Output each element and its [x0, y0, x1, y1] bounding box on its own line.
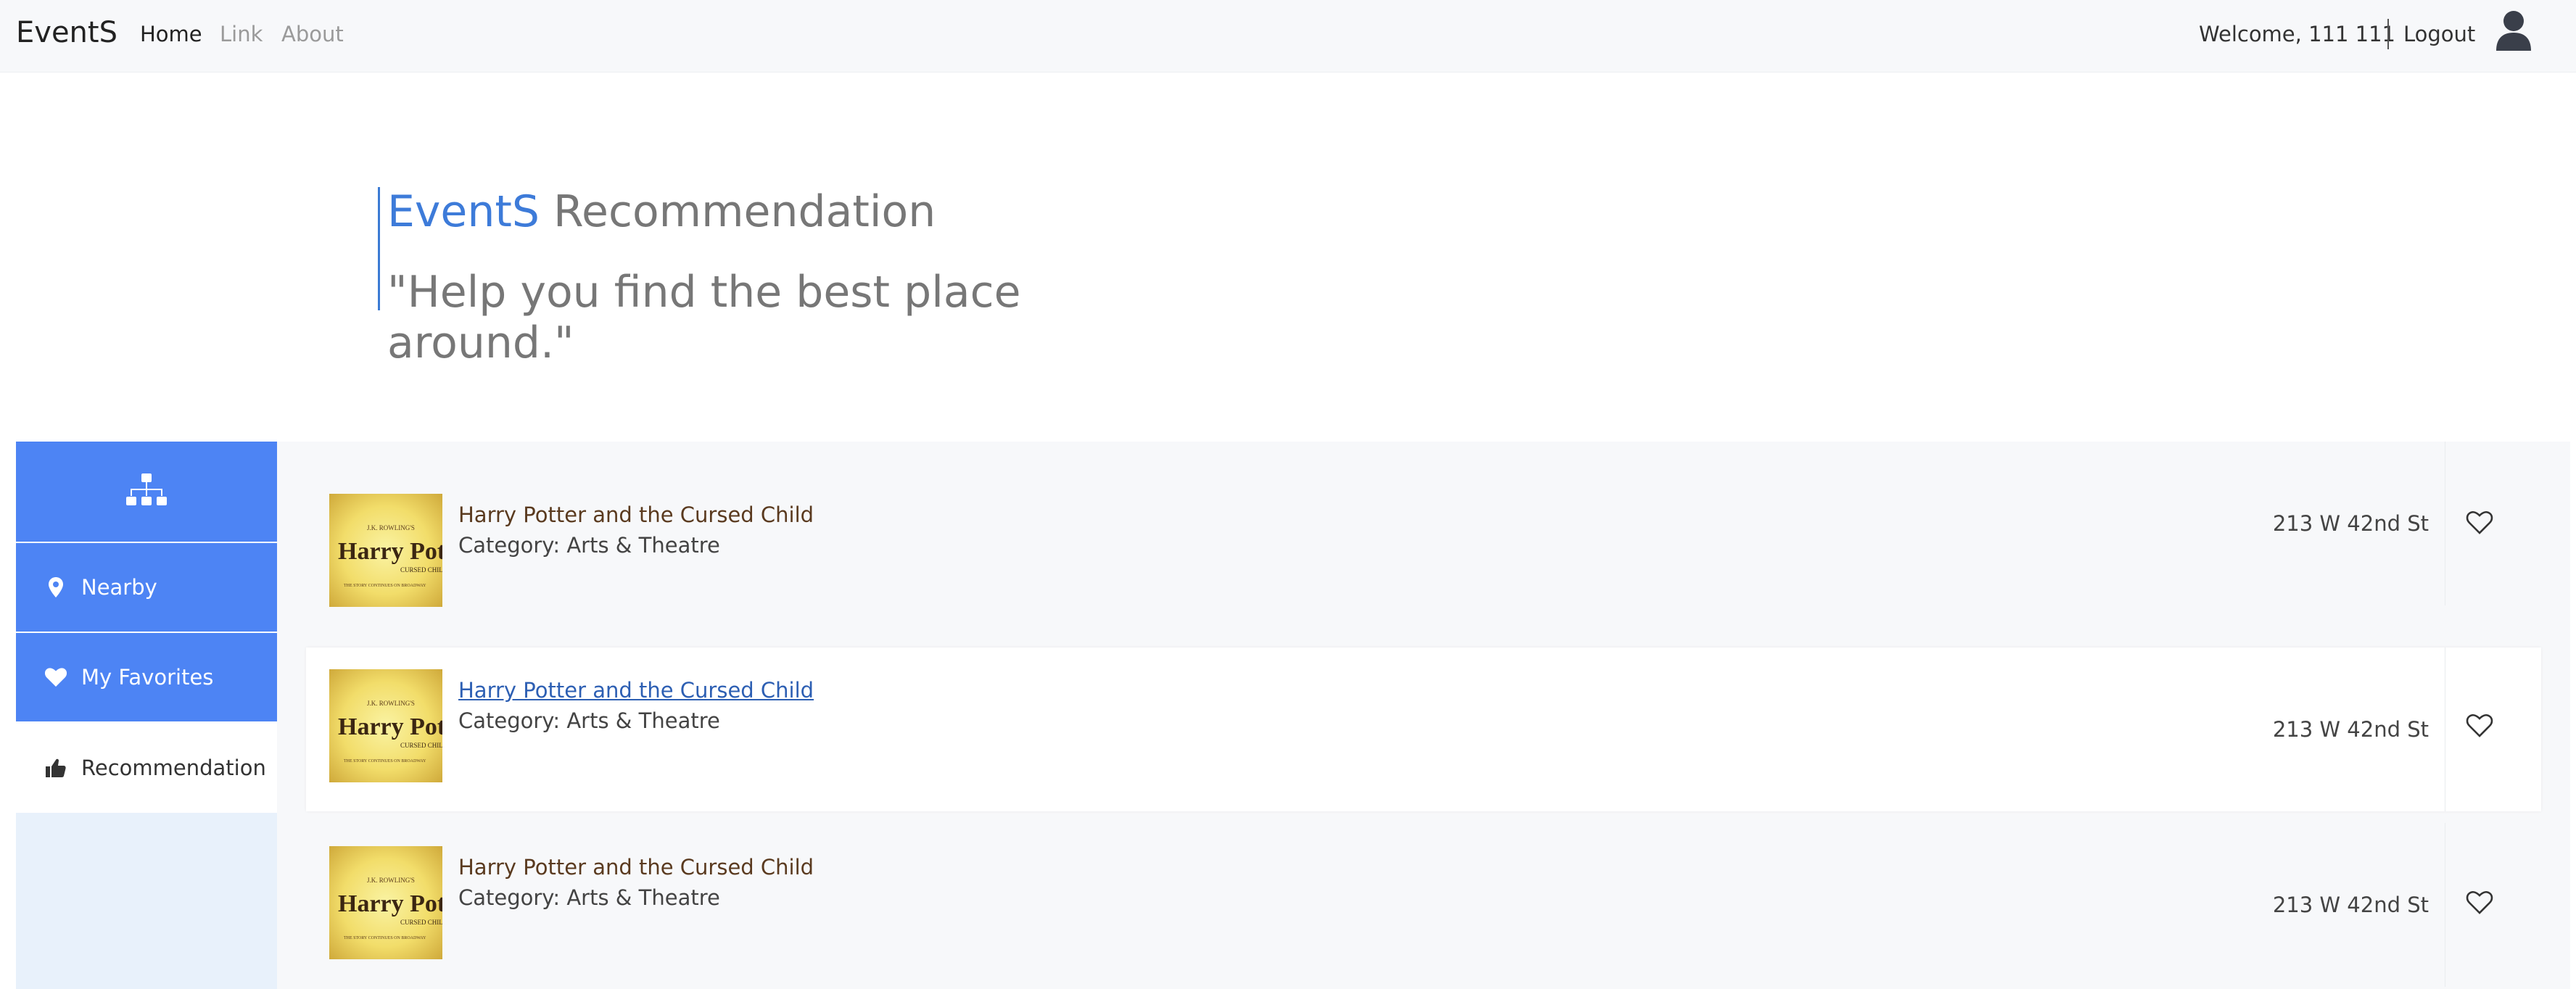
brand-logo[interactable]: EventS	[16, 16, 117, 49]
sidebar-item-label: My Favorites	[81, 665, 214, 690]
svg-text:Harry Potter: Harry Potter	[338, 713, 442, 740]
event-address: 213 W 42nd St	[2264, 823, 2445, 987]
event-address: 213 W 42nd St	[2264, 647, 2445, 811]
sidebar-item-nearby[interactable]: Nearby	[16, 543, 277, 633]
event-title-link[interactable]: Harry Potter and the Cursed Child	[458, 675, 814, 705]
page-title-rest: Recommendation	[539, 186, 936, 237]
sidebar: Nearby My Favorites Recommendation	[16, 442, 277, 989]
event-category: Category: Arts & Theatre	[458, 533, 720, 558]
favorite-heart-icon[interactable]	[2466, 510, 2493, 536]
event-thumbnail[interactable]: J.K. ROWLING'S Harry Potter CURSED CHILD…	[329, 669, 442, 782]
logout-link[interactable]: Logout	[2403, 22, 2475, 46]
svg-text:THE STORY CONTINUES ON BROADWA: THE STORY CONTINUES ON BROADWAY	[344, 936, 426, 940]
event-category: Category: Arts & Theatre	[458, 885, 720, 910]
page-slogan: "Help you find the best place around."	[387, 267, 1021, 368]
event-title[interactable]: Harry Potter and the Cursed Child	[458, 500, 814, 530]
welcome-message: Welcome, 111 111	[2199, 22, 2396, 46]
results-list: J.K. ROWLING'S Harry Potter CURSED CHILD…	[277, 442, 2570, 989]
list-item[interactable]: J.K. ROWLING'S Harry Potter CURSED CHILD…	[306, 823, 2541, 987]
list-item[interactable]: J.K. ROWLING'S Harry Potter CURSED CHILD…	[306, 647, 2541, 811]
favorite-heart-icon[interactable]	[2466, 713, 2493, 739]
list-item[interactable]: J.K. ROWLING'S Harry Potter CURSED CHILD…	[306, 442, 2541, 607]
harry-potter-poster-image: J.K. ROWLING'S Harry Potter CURSED CHILD…	[338, 877, 442, 940]
event-thumbnail[interactable]: J.K. ROWLING'S Harry Potter CURSED CHILD…	[329, 494, 442, 607]
nav-about-link[interactable]: About	[281, 22, 344, 46]
event-category: Category: Arts & Theatre	[458, 708, 720, 733]
event-info: Harry Potter and the Cursed Child Catego…	[458, 500, 814, 560]
heart-icon	[44, 665, 68, 690]
svg-text:CURSED CHILD: CURSED CHILD	[400, 742, 442, 749]
event-address: 213 W 42nd St	[2264, 442, 2445, 605]
thumbs-up-icon	[44, 756, 68, 780]
event-thumbnail[interactable]: J.K. ROWLING'S Harry Potter CURSED CHILD…	[329, 846, 442, 959]
svg-text:THE STORY CONTINUES ON BROADWA: THE STORY CONTINUES ON BROADWAY	[344, 759, 426, 764]
favorite-heart-icon[interactable]	[2466, 890, 2493, 916]
event-info: Harry Potter and the Cursed Child Catego…	[458, 675, 814, 736]
svg-text:Harry Potter: Harry Potter	[338, 538, 442, 565]
sitemap-icon	[126, 473, 167, 505]
nav-link-link[interactable]: Link	[220, 22, 263, 46]
harry-potter-poster-image: J.K. ROWLING'S Harry Potter CURSED CHILD…	[338, 524, 442, 588]
svg-text:J.K. ROWLING'S: J.K. ROWLING'S	[367, 700, 415, 707]
svg-text:CURSED CHILD: CURSED CHILD	[400, 919, 442, 926]
sidebar-header[interactable]	[16, 442, 277, 543]
event-title[interactable]: Harry Potter and the Cursed Child	[458, 852, 814, 882]
svg-text:J.K. ROWLING'S: J.K. ROWLING'S	[367, 524, 415, 531]
event-info: Harry Potter and the Cursed Child Catego…	[458, 852, 814, 913]
page-header: EventS Recommendation "Help you find the…	[378, 187, 1176, 368]
sidebar-item-recommendation[interactable]: Recommendation	[16, 723, 277, 813]
page-title-brand: EventS	[387, 186, 540, 237]
nav-divider	[2387, 19, 2389, 49]
user-avatar-icon[interactable]	[2493, 9, 2534, 52]
page-title: EventS Recommendation	[387, 187, 1176, 236]
nav-home-link[interactable]: Home	[140, 22, 202, 46]
svg-text:CURSED CHILD: CURSED CHILD	[400, 566, 442, 574]
top-navbar: EventS Home Link About Welcome, 111 111 …	[0, 0, 2576, 73]
harry-potter-poster-image: J.K. ROWLING'S Harry Potter CURSED CHILD…	[338, 700, 442, 764]
svg-text:Harry Potter: Harry Potter	[338, 890, 442, 917]
sidebar-item-label: Nearby	[81, 575, 157, 600]
svg-text:J.K. ROWLING'S: J.K. ROWLING'S	[367, 877, 415, 884]
sidebar-item-label: Recommendation	[81, 756, 266, 780]
sidebar-item-favorites[interactable]: My Favorites	[16, 633, 277, 723]
map-pin-icon	[44, 575, 68, 600]
svg-text:THE STORY CONTINUES ON BROADWA: THE STORY CONTINUES ON BROADWAY	[344, 584, 426, 588]
